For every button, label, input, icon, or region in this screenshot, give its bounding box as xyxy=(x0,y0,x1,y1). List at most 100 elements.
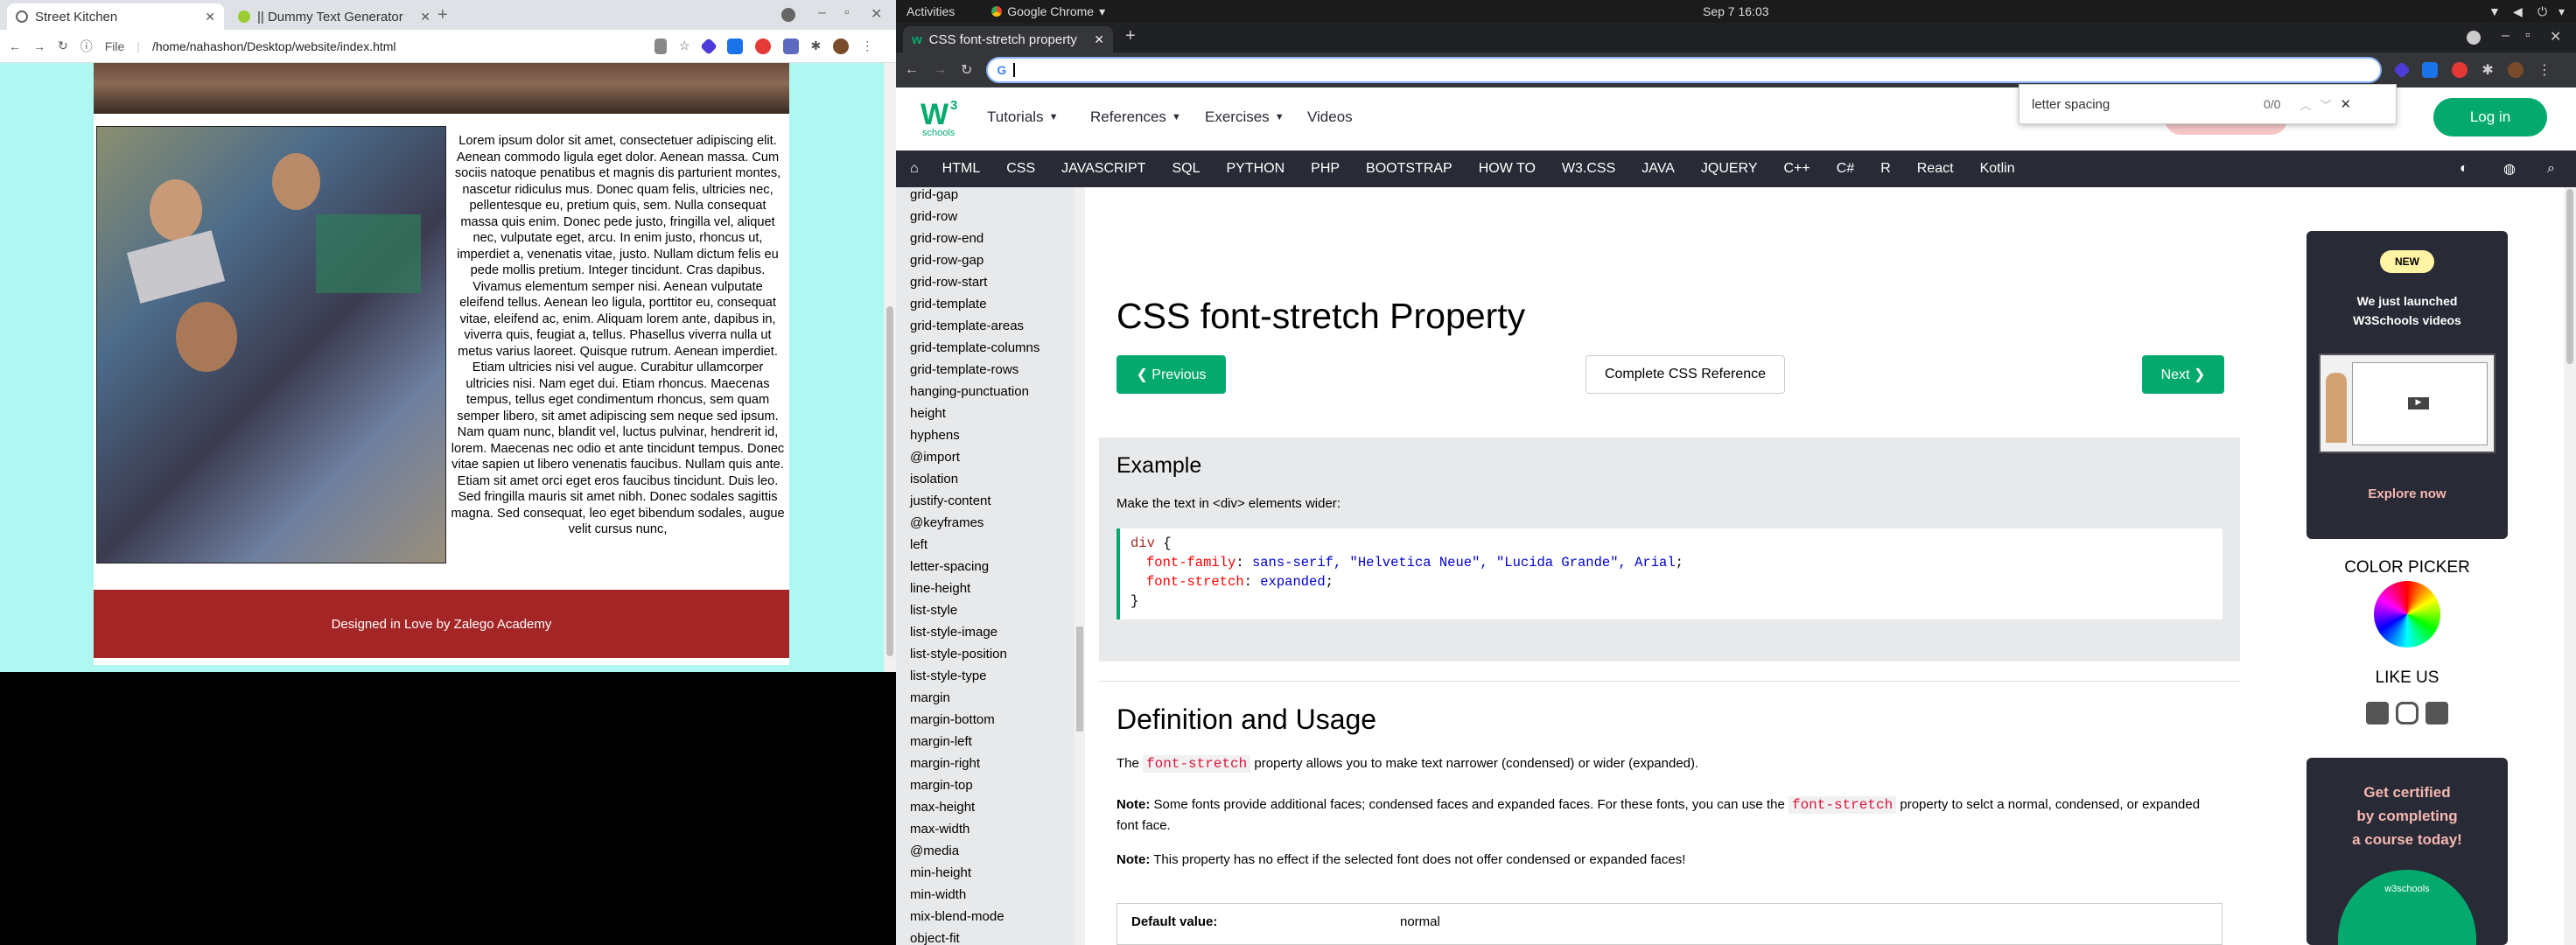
power-icon[interactable]: ⏻ xyxy=(2538,4,2547,19)
sidebar-item[interactable]: justify-content xyxy=(896,490,1085,512)
address-bar[interactable]: /home/nahashon/Desktop/website/index.htm… xyxy=(152,39,642,53)
nav-sql[interactable]: SQL xyxy=(1158,161,1213,177)
nav-php[interactable]: PHP xyxy=(1298,161,1353,177)
extension-megaphone-icon[interactable] xyxy=(2452,62,2468,78)
tab-search-icon[interactable] xyxy=(781,8,795,22)
nav-howto[interactable]: HOW TO xyxy=(1466,161,1549,177)
nav-javascript[interactable]: JAVASCRIPT xyxy=(1048,161,1158,177)
forward-icon[interactable]: → xyxy=(33,39,46,53)
nav-bootstrap[interactable]: BOOTSTRAP xyxy=(1353,161,1466,177)
sidebar-item[interactable]: hyphens xyxy=(896,424,1085,446)
sidebar-item[interactable]: list-style-type xyxy=(896,665,1085,687)
menu-icon[interactable]: ⋮ xyxy=(861,38,873,53)
sidebar-item[interactable]: min-width xyxy=(896,884,1085,906)
sidebar-item[interactable]: grid-template xyxy=(896,293,1085,315)
sidebar-item[interactable]: list-style xyxy=(896,599,1085,621)
contrast-icon[interactable]: ◐ xyxy=(2446,161,2482,177)
sidebar-item[interactable]: grid-row-start xyxy=(896,271,1085,293)
sidebar-scrollbar[interactable] xyxy=(1074,187,1085,945)
instagram-icon[interactable] xyxy=(2396,702,2418,724)
find-input[interactable]: letter spacing xyxy=(2032,97,2255,112)
app-menu[interactable]: Google Chrome ▾ xyxy=(991,4,1105,19)
find-prev-icon[interactable]: ︿ xyxy=(2300,96,2311,113)
puzzle-icon[interactable]: ✱ xyxy=(811,38,822,53)
sidebar-item[interactable]: list-style-position xyxy=(896,643,1085,665)
sidebar-item[interactable]: height xyxy=(896,402,1085,424)
sidebar-item[interactable]: max-height xyxy=(896,796,1085,818)
sidebar-item[interactable]: max-width xyxy=(896,818,1085,840)
next-button[interactable]: Next ❯ xyxy=(2142,355,2224,394)
sidebar-item[interactable]: margin xyxy=(896,687,1085,709)
sidebar-item[interactable]: @import xyxy=(896,446,1085,468)
extension-wave-icon[interactable] xyxy=(782,38,799,54)
avatar[interactable] xyxy=(833,38,850,54)
certification-ad[interactable]: Get certified by completing a course tod… xyxy=(2306,758,2508,945)
w3schools-logo[interactable]: W 3 schools xyxy=(917,98,961,138)
close-window-icon[interactable]: ✕ xyxy=(2550,28,2561,46)
sidebar-item[interactable]: margin-bottom xyxy=(896,709,1085,731)
avatar[interactable] xyxy=(2507,62,2524,78)
sidebar-item[interactable]: margin-top xyxy=(896,774,1085,796)
menu-exercises[interactable]: Exercises ▼ xyxy=(1205,108,1284,126)
tab-search-icon[interactable] xyxy=(2467,31,2481,45)
nav-csharp[interactable]: C# xyxy=(1824,161,1867,177)
find-next-icon[interactable]: ﹀ xyxy=(2320,96,2331,113)
extension-diamond-icon[interactable] xyxy=(699,37,718,55)
color-wheel-icon[interactable] xyxy=(2374,581,2440,648)
sidebar-item[interactable]: margin-left xyxy=(896,731,1085,752)
sidebar-item[interactable]: grid-gap xyxy=(896,187,1085,206)
tab-css-font-stretch[interactable]: w CSS font-stretch property ✕ xyxy=(903,26,1113,52)
linkedin-icon[interactable] xyxy=(2426,702,2448,724)
menu-icon[interactable]: ⋮ xyxy=(2538,61,2552,79)
sidebar-item[interactable]: grid-template-rows xyxy=(896,359,1085,381)
facebook-icon[interactable] xyxy=(2366,702,2389,724)
clock[interactable]: Sep 7 16:03 xyxy=(1703,4,1769,18)
login-button[interactable]: Log in xyxy=(2433,98,2547,136)
videos-ad[interactable]: NEW We just launched W3Schools videos ▶ … xyxy=(2306,231,2508,539)
sidebar-item[interactable]: @keyframes xyxy=(896,512,1085,534)
page-scrollbar-thumb[interactable] xyxy=(2566,189,2573,364)
previous-button[interactable]: ❮ Previous xyxy=(1116,355,1226,394)
new-tab-icon[interactable]: + xyxy=(438,5,448,25)
sidebar-item[interactable]: margin-right xyxy=(896,752,1085,774)
address-bar[interactable]: G xyxy=(986,57,2383,83)
nav-r[interactable]: R xyxy=(1867,161,1904,177)
sidebar-item[interactable]: letter-spacing xyxy=(896,556,1085,578)
close-icon[interactable]: ✕ xyxy=(205,10,215,24)
sidebar-item[interactable]: hanging-punctuation xyxy=(896,381,1085,402)
extension-megaphone-icon[interactable] xyxy=(754,38,771,54)
extension-diamond-icon[interactable] xyxy=(2393,61,2412,79)
home-icon[interactable]: ⌂ xyxy=(910,161,929,177)
close-icon[interactable]: ✕ xyxy=(420,10,430,24)
search-icon[interactable]: ⌕ xyxy=(2534,161,2568,177)
sidebar-item[interactable]: grid-row xyxy=(896,206,1085,228)
menu-tutorials[interactable]: Tutorials ▼ xyxy=(987,108,1058,126)
puzzle-icon[interactable]: ✱ xyxy=(2482,61,2493,79)
forward-icon[interactable]: → xyxy=(933,62,947,78)
globe-icon[interactable]: ◍ xyxy=(2490,160,2529,178)
nav-w3css[interactable]: W3.CSS xyxy=(1549,161,1628,177)
back-icon[interactable]: ← xyxy=(905,62,919,78)
nav-cpp[interactable]: C++ xyxy=(1771,161,1824,177)
nav-kotlin[interactable]: Kotlin xyxy=(1967,161,2028,177)
info-icon[interactable]: ⓘ xyxy=(80,38,93,55)
network-icon[interactable]: ▼ xyxy=(2488,4,2501,18)
tab-street-kitchen[interactable]: Street Kitchen ✕ xyxy=(7,4,224,30)
new-tab-icon[interactable]: + xyxy=(1125,26,1136,46)
nav-html[interactable]: HTML xyxy=(929,161,994,177)
system-menu-caret-icon[interactable]: ▾ xyxy=(2558,4,2565,19)
nav-java[interactable]: JAVA xyxy=(1628,161,1688,177)
extension-blue-icon[interactable] xyxy=(726,38,743,54)
reload-icon[interactable]: ↻ xyxy=(961,61,972,79)
sidebar-item[interactable]: line-height xyxy=(896,578,1085,599)
minimize-icon[interactable]: – xyxy=(818,5,826,21)
tab-dummy-text[interactable]: || Dummy Text Generator ✕ xyxy=(229,4,439,30)
maximize-icon[interactable]: ▫ xyxy=(2525,28,2530,44)
close-icon[interactable]: ✕ xyxy=(1094,32,1104,47)
back-icon[interactable]: ← xyxy=(9,39,21,53)
sidebar-item[interactable]: left xyxy=(896,534,1085,556)
nav-css[interactable]: CSS xyxy=(993,161,1048,177)
sidebar-item[interactable]: grid-template-columns xyxy=(896,337,1085,359)
reload-icon[interactable]: ↻ xyxy=(58,38,68,53)
sidebar-item[interactable]: object-fit xyxy=(896,928,1085,945)
